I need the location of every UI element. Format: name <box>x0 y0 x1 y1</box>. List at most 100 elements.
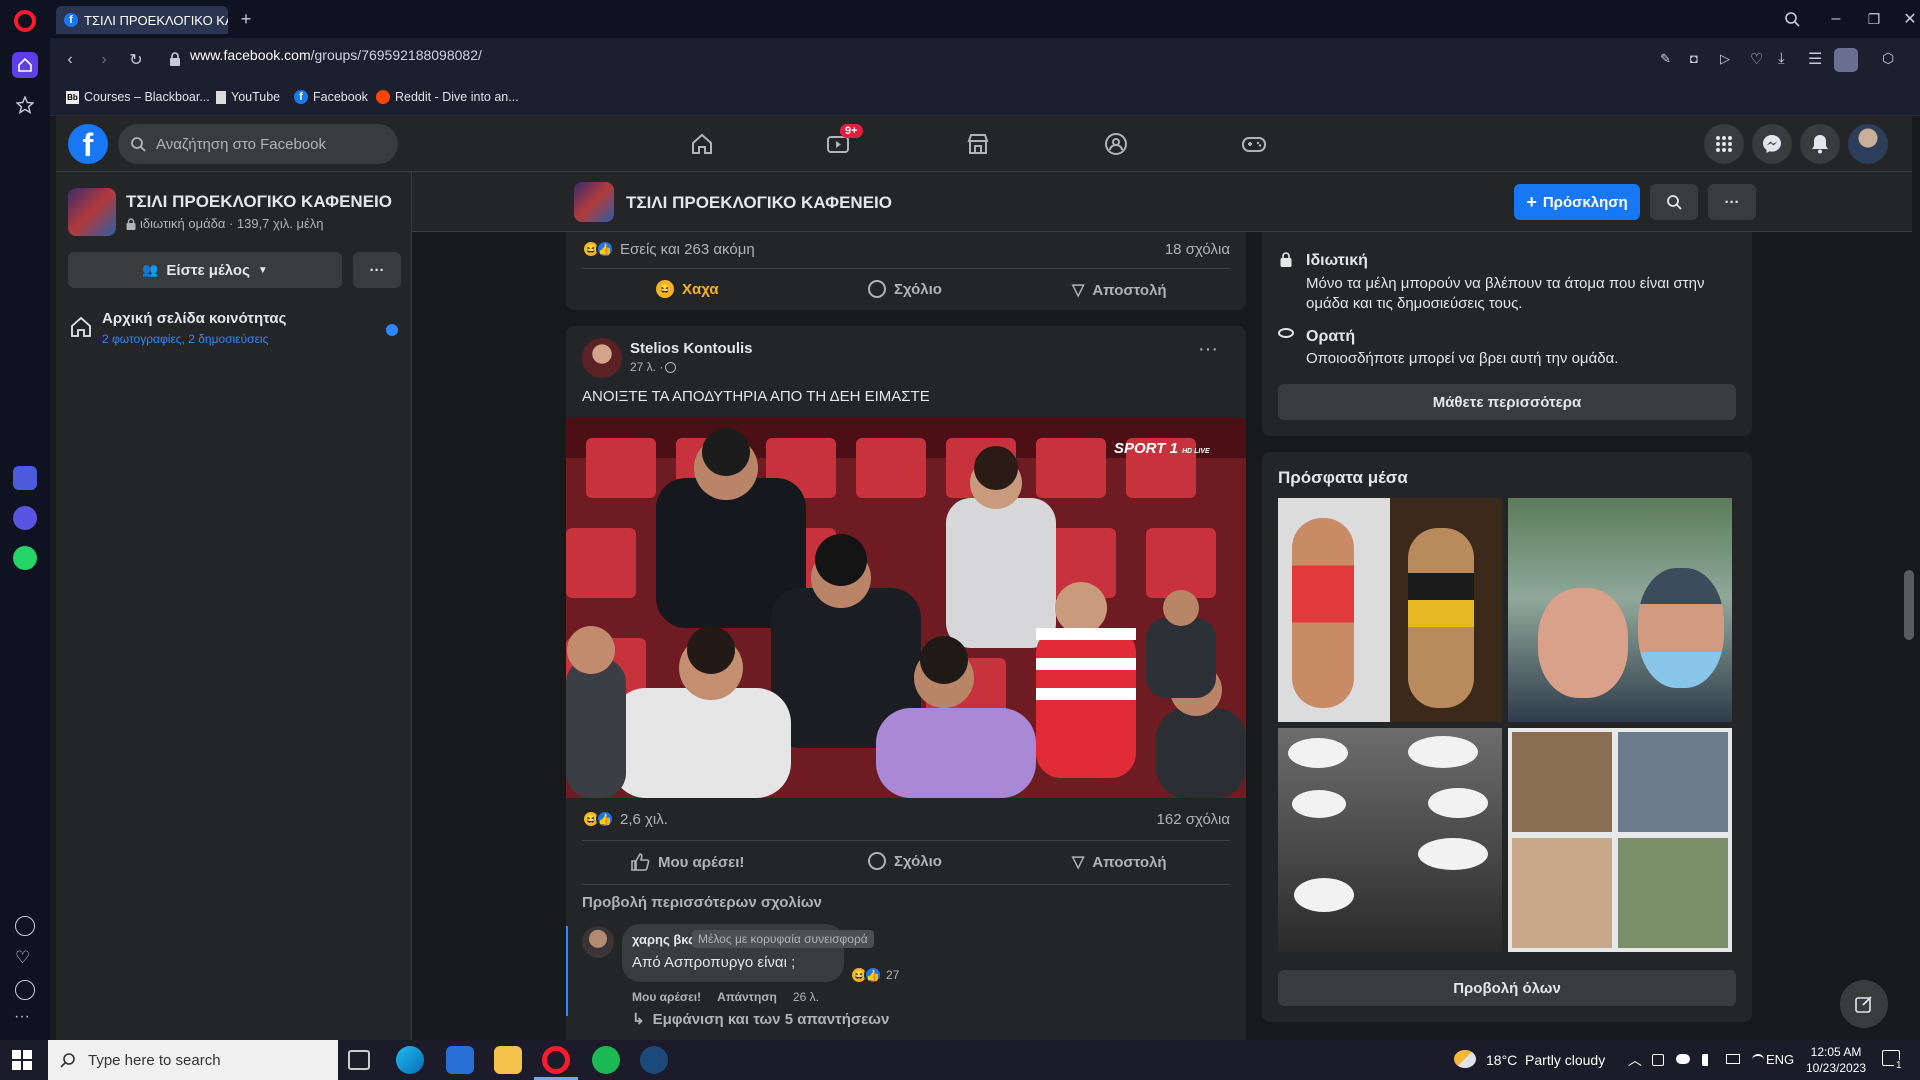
close-icon[interactable]: ✕ <box>1900 9 1920 29</box>
group-header-thumbnail[interactable] <box>574 182 614 222</box>
heart-icon[interactable]: ♡ <box>1750 50 1763 68</box>
post-author[interactable]: Stelios Kontoulis <box>630 340 753 357</box>
opera-logo-icon[interactable] <box>14 10 36 32</box>
windows-start-icon[interactable] <box>12 1050 32 1070</box>
back-icon[interactable]: ‹ <box>60 50 80 70</box>
comment-button[interactable]: Σχόλιο <box>868 280 942 298</box>
nav-marketplace-icon[interactable] <box>958 126 998 162</box>
comments-count[interactable]: 18 σχόλια <box>1165 241 1230 258</box>
network-icon[interactable] <box>1752 1054 1764 1066</box>
edge-icon[interactable] <box>396 1046 424 1074</box>
learn-more-button[interactable]: Μάθετε περισσότερα <box>1278 384 1736 420</box>
notifications-bell-icon[interactable] <box>1800 124 1840 164</box>
weather-icon[interactable] <box>1454 1050 1476 1068</box>
meet-now-icon[interactable] <box>1652 1054 1664 1066</box>
player-icon[interactable] <box>15 916 35 936</box>
forward-icon[interactable]: › <box>94 50 114 70</box>
media-tile-3[interactable] <box>1278 728 1502 952</box>
share-button[interactable]: ▽ Αποστολή <box>1072 280 1167 300</box>
messenger-icon[interactable] <box>13 506 37 530</box>
camera-icon[interactable]: ◘ <box>1690 51 1698 66</box>
account-avatar[interactable] <box>1848 124 1888 164</box>
reaction-summary[interactable]: 😆 👍 2,6 χιλ. <box>582 810 668 828</box>
nav-groups-icon[interactable] <box>1096 126 1136 162</box>
nav-home-icon[interactable] <box>682 126 722 162</box>
extensions-icon[interactable]: ⬡ <box>1882 50 1894 67</box>
taskbar-search-input[interactable]: Type here to search <box>48 1040 338 1080</box>
like-button[interactable]: Μου αρέσει! <box>630 852 744 872</box>
show-replies[interactable]: ↳ Εμφάνιση και των 5 απαντήσεων <box>632 1010 889 1029</box>
page-scrollbar[interactable] <box>1904 570 1914 640</box>
home-icon[interactable] <box>12 52 38 78</box>
new-message-button[interactable] <box>1840 980 1888 1028</box>
invite-button[interactable]: + Πρόσκληση <box>1514 184 1640 220</box>
star-icon[interactable] <box>14 94 36 116</box>
see-all-media-button[interactable]: Προβολή όλων <box>1278 970 1736 1006</box>
share-button[interactable]: ▽ Αποστολή <box>1072 852 1167 872</box>
menu-icon[interactable]: ☰ <box>1808 49 1822 69</box>
file-explorer-icon[interactable] <box>494 1046 522 1074</box>
volume-icon[interactable] <box>1702 1054 1714 1066</box>
messenger-icon[interactable] <box>1752 124 1792 164</box>
task-view-icon[interactable] <box>348 1050 370 1070</box>
battery-icon[interactable] <box>1726 1054 1740 1064</box>
history-icon[interactable] <box>15 980 35 1000</box>
new-tab-icon[interactable]: + <box>236 9 256 29</box>
aria-icon[interactable] <box>13 466 37 490</box>
steam-icon[interactable] <box>640 1046 668 1074</box>
group-name[interactable]: ΤΣΙΛΙ ΠΡΟΕΚΛΟΓΙΚΟ ΚΑΦΕΝΕΙΟ <box>126 192 392 212</box>
bookmark-youtube[interactable]: YouTube <box>216 90 280 104</box>
comments-count[interactable]: 162 σχόλια <box>1157 811 1230 828</box>
heart-icon[interactable]: ♡ <box>15 948 30 968</box>
search-input[interactable]: Αναζήτηση στο Facebook <box>118 124 398 164</box>
commenter-avatar[interactable] <box>582 926 614 958</box>
community-home-item[interactable]: Αρχική σελίδα κοινότητας 2 φωτογραφίες, … <box>64 306 404 356</box>
menu-grid-icon[interactable] <box>1704 124 1744 164</box>
spotify-icon[interactable] <box>592 1046 620 1074</box>
more-icon[interactable]: ··· <box>14 1008 30 1026</box>
url-field[interactable]: www.facebook.com/groups/769592188098082/ <box>190 47 482 63</box>
haha-button[interactable]: 😆 Χαχα <box>656 280 719 298</box>
group-header-title[interactable]: ΤΣΙΛΙ ΠΡΟΕΚΛΟΓΙΚΟ ΚΑΦΕΝΕΙΟ <box>626 193 892 213</box>
media-tile-4[interactable] <box>1508 728 1732 952</box>
post-photo[interactable]: SPORT 1 HD LIVE <box>566 418 1246 798</box>
bookmark-facebook[interactable]: f Facebook <box>294 90 368 104</box>
play-icon[interactable]: ▷ <box>1720 51 1730 67</box>
search-tabs-icon[interactable] <box>1782 9 1802 29</box>
post-time[interactable]: 27 λ. · <box>630 360 677 374</box>
bookmark-blackboard[interactable]: Bb Courses – Blackboar... <box>66 90 210 104</box>
reload-icon[interactable]: ↻ <box>126 50 146 70</box>
view-more-comments[interactable]: Προβολή περισσότερων σχολίων <box>582 894 822 911</box>
nav-gaming-icon[interactable] <box>1234 126 1274 162</box>
store-icon[interactable] <box>446 1046 474 1074</box>
whatsapp-icon[interactable] <box>13 546 37 570</box>
nav-watch-icon[interactable]: 9+ <box>818 124 863 162</box>
language-indicator[interactable]: ENG <box>1766 1052 1794 1067</box>
bookmark-reddit[interactable]: Reddit - Dive into an... <box>376 90 519 104</box>
reaction-summary[interactable]: 😆 👍 Εσείς και 263 ακόμη <box>582 240 755 258</box>
profile-icon[interactable] <box>1834 48 1858 72</box>
tab-active[interactable]: f ΤΣΙΛΙ ΠΡΟΕΚΛΟΓΙΚΟ ΚΑΦ <box>56 6 228 34</box>
author-avatar[interactable] <box>582 338 622 378</box>
restore-icon[interactable]: ❐ <box>1864 9 1884 29</box>
media-tile-1[interactable] <box>1278 498 1502 722</box>
tray-chevron-icon[interactable]: ︿ <box>1628 1050 1642 1070</box>
comment-button[interactable]: Σχόλιο <box>868 852 942 870</box>
group-more-button[interactable]: ··· <box>353 252 401 288</box>
clock[interactable]: 12:05 AM 10/23/2023 <box>1806 1044 1866 1076</box>
minimize-icon[interactable]: – <box>1826 9 1846 29</box>
member-button[interactable]: 👥 Είστε μέλος ▼ <box>68 252 342 288</box>
opera-taskbar-icon[interactable] <box>542 1046 570 1074</box>
weather-text[interactable]: 18°C Partly cloudy <box>1486 1052 1605 1068</box>
facebook-logo-icon[interactable]: f <box>68 124 108 164</box>
group-search-button[interactable] <box>1650 184 1698 220</box>
group-cover-thumbnail[interactable] <box>68 188 116 236</box>
post-options-icon[interactable]: ··· <box>1198 338 1218 361</box>
download-icon[interactable]: ⤓ <box>1778 50 1785 67</box>
media-tile-2[interactable] <box>1508 498 1732 722</box>
comment-author[interactable]: χαρης βκς <box>632 932 695 947</box>
comment-like-link[interactable]: Μου αρέσει! <box>632 990 701 1004</box>
onedrive-icon[interactable] <box>1676 1054 1690 1064</box>
comment-reply-link[interactable]: Απάντηση <box>717 990 777 1004</box>
group-header-more-button[interactable]: ··· <box>1708 184 1756 220</box>
